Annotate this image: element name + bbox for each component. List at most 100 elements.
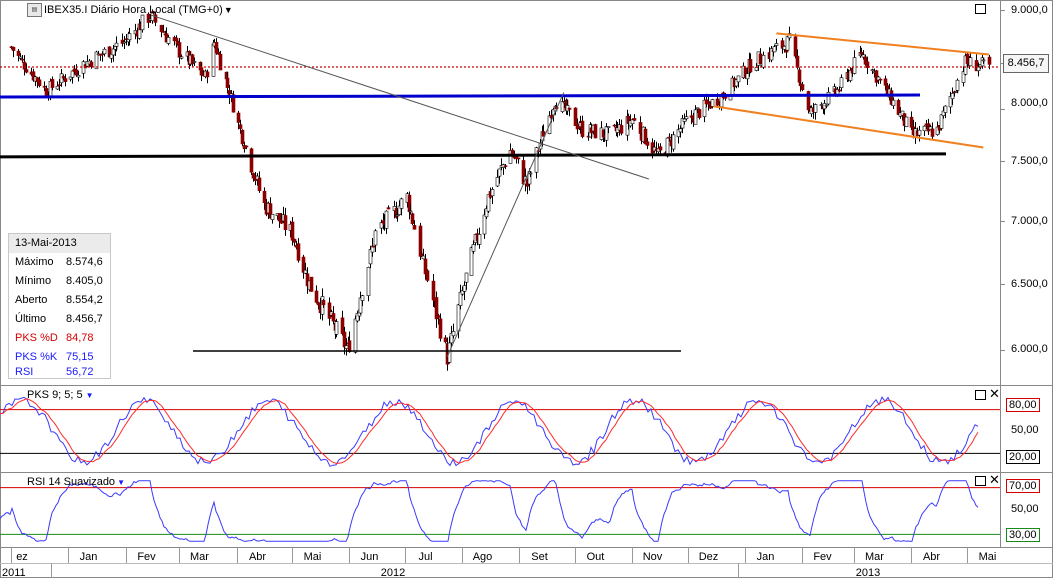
price-chart[interactable]: ez Jan Fev Mar Abr Mai Jun Jul Ago Set Out Nov Dez Ja… xyxy=(0,0,1053,578)
candle-down xyxy=(24,69,29,73)
candle-down xyxy=(438,318,443,339)
month-label: Mai xyxy=(304,551,322,563)
candle-up xyxy=(421,255,426,260)
candle-down xyxy=(292,238,297,243)
candle-down xyxy=(516,157,521,160)
month-label: Jun xyxy=(361,551,379,563)
year-label: 2013 xyxy=(856,567,880,578)
candle-up xyxy=(111,48,116,56)
candle-up xyxy=(360,295,365,301)
candle-up xyxy=(904,116,909,128)
chart-title-text: IBEX35.I Diário Hora Local (TMG+0) xyxy=(44,4,223,16)
candle-down xyxy=(412,225,417,230)
candle-up xyxy=(839,77,844,88)
rsi-level-50: 50,00 xyxy=(1011,503,1039,515)
candle-up xyxy=(955,79,960,91)
candle-up xyxy=(785,36,790,51)
candle-up xyxy=(344,345,349,349)
candle-down xyxy=(797,69,802,83)
candle-up xyxy=(813,104,818,113)
candle-up xyxy=(211,43,216,77)
candle-up xyxy=(140,14,145,31)
rsi-level-70: 70,00 xyxy=(1006,479,1040,493)
candle-down xyxy=(244,145,249,148)
price-axis-label: 6.000,0 xyxy=(1011,343,1048,355)
chevron-down-icon[interactable]: ▼ xyxy=(224,5,233,15)
candle-up xyxy=(70,70,75,78)
month-label: Out xyxy=(587,551,605,563)
year-label: 2011 xyxy=(2,567,26,578)
info-row-open: Aberto 8.554,2 xyxy=(15,294,103,306)
candle-up xyxy=(497,168,502,177)
candle-down xyxy=(645,141,650,146)
chart-title[interactable]: ▤ IBEX35.I Diário Hora Local (TMG+0)▼ xyxy=(27,3,233,18)
info-row-min: Mínimo 8.405,0 xyxy=(15,275,103,287)
candle-up xyxy=(772,46,777,53)
candle-down xyxy=(658,146,663,151)
info-row-last: Último 8.456,7 xyxy=(15,313,103,325)
candle-down xyxy=(240,129,245,145)
stoch-close-icon[interactable]: ✕ xyxy=(989,387,1000,400)
candle-down xyxy=(161,31,166,33)
candle-up xyxy=(456,304,461,332)
month-label: Mai xyxy=(979,551,997,563)
month-label: Mar xyxy=(865,551,884,563)
candle-up xyxy=(852,57,857,74)
price-axis-label: 8.000,0 xyxy=(1011,97,1048,109)
candle-down xyxy=(42,85,47,88)
candle-down xyxy=(612,124,617,127)
month-label: Fev xyxy=(137,551,156,563)
stoch-level-20: 20,00 xyxy=(1006,450,1040,464)
candle-up xyxy=(891,99,896,107)
candle-up xyxy=(671,134,676,150)
candle-up xyxy=(528,172,533,175)
candle-down xyxy=(159,25,164,33)
candle-up xyxy=(399,198,404,209)
candle-down xyxy=(567,107,572,110)
candle-up xyxy=(179,56,184,59)
candle-up xyxy=(981,59,986,62)
candle-up xyxy=(59,73,64,84)
candle-up xyxy=(482,214,487,235)
candle-up xyxy=(76,74,81,78)
stoch-panel-title[interactable]: PKS 9; 5; 5 ▼ xyxy=(27,389,94,401)
candle-up xyxy=(606,126,611,128)
price-axis-label: 7.000,0 xyxy=(1011,215,1048,227)
candle-up xyxy=(464,272,469,283)
candle-down xyxy=(74,69,79,76)
rsi-maximize-button[interactable] xyxy=(975,476,986,486)
candle-down xyxy=(236,112,241,123)
candle-down xyxy=(443,337,448,343)
candle-up xyxy=(976,66,981,72)
chevron-down-icon[interactable]: ▼ xyxy=(86,391,94,400)
candle-down xyxy=(321,300,326,306)
stoch-maximize-button[interactable] xyxy=(975,390,986,400)
candle-down xyxy=(331,313,336,322)
candle-up xyxy=(384,210,389,229)
candle-up xyxy=(471,244,476,252)
candle-down xyxy=(177,42,182,58)
candle-down xyxy=(218,53,223,71)
rsi-panel-title[interactable]: RSI 14 Suavizado ▼ xyxy=(27,476,125,488)
candle-down xyxy=(386,207,391,210)
candle-up xyxy=(122,41,127,44)
candle-up xyxy=(18,56,23,59)
candle-up xyxy=(939,114,944,129)
maximize-button[interactable] xyxy=(975,4,986,14)
candle-up xyxy=(745,73,750,80)
candle-up xyxy=(127,33,132,41)
month-label: Dez xyxy=(699,551,719,563)
window-frame xyxy=(0,0,1053,578)
candle-down xyxy=(225,77,230,89)
info-row-pks-k: PKS %K 75,15 xyxy=(15,351,94,363)
info-date: 13-Mai-2013 xyxy=(9,234,110,253)
candle-up xyxy=(678,128,683,133)
candle-down xyxy=(793,36,798,57)
info-panel: 13-Mai-2013 Máximo 8.574,6 Mínimo 8.405,0 … xyxy=(8,233,111,379)
price-axis-label: 9.000,0 xyxy=(1011,4,1048,16)
candle-down xyxy=(425,270,430,281)
rsi-close-icon[interactable]: ✕ xyxy=(989,473,1000,486)
stoch-level-80: 80,00 xyxy=(1006,398,1040,412)
chevron-down-icon[interactable]: ▼ xyxy=(117,478,125,487)
candle-up xyxy=(462,285,467,292)
